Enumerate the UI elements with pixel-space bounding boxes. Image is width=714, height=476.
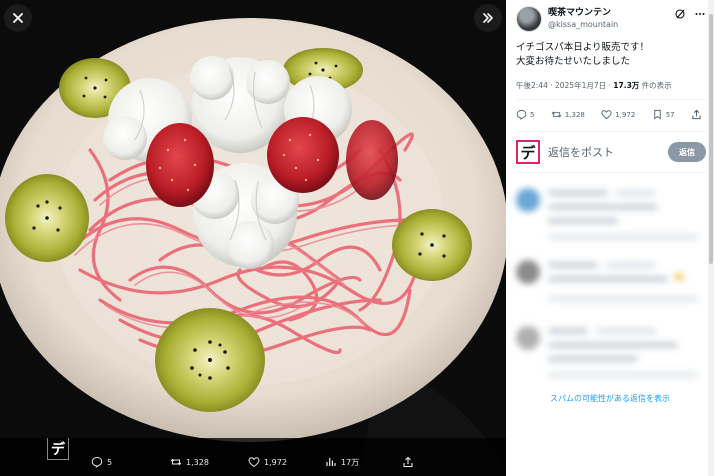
more-options-button[interactable] <box>694 8 706 20</box>
chevrons-right-icon <box>483 13 493 23</box>
show-spam-replies-link[interactable]: スパムの可能性がある返信を表示 <box>506 393 714 404</box>
share-button[interactable] <box>691 109 702 120</box>
reply-item[interactable] <box>516 322 706 382</box>
reply-input[interactable]: 返信をポスト <box>548 144 668 160</box>
repost-icon <box>170 458 182 466</box>
post-author[interactable]: 喫茶マウンテン @kissa_mountain <box>516 6 618 32</box>
viewer-reply-count: 5 <box>107 457 113 467</box>
divider <box>516 99 706 100</box>
post-meta: 午後2:44 · 2025年1月7日 · 17.3万 件の表示 <box>516 80 672 91</box>
reply-item[interactable] <box>516 256 706 316</box>
heart-icon <box>601 110 612 120</box>
viewer-repost-count: 1,328 <box>186 457 209 467</box>
viewer-like-button[interactable]: 1,972 <box>248 455 287 469</box>
post-text-line: イチゴスパ本日より販売です！ <box>516 42 650 53</box>
avatar[interactable] <box>516 6 542 32</box>
composer-avatar: デ <box>516 140 540 164</box>
reply-button[interactable]: 5 <box>516 109 534 120</box>
reply-count: 5 <box>530 110 535 119</box>
reply-composer: デ 返信をポスト 返信 <box>516 139 706 165</box>
repost-button[interactable]: 1,328 <box>551 109 585 120</box>
repost-icon <box>551 111 562 118</box>
close-button[interactable] <box>4 4 32 32</box>
grok-button[interactable] <box>674 8 686 20</box>
post-action-bar: 5 1,328 1,972 57 <box>516 109 702 120</box>
viewer-repost-button[interactable]: 1,328 <box>170 455 209 469</box>
food-photo <box>0 0 506 476</box>
reply-icon <box>91 456 103 468</box>
viewer-like-count: 1,972 <box>264 457 287 467</box>
post-view-suffix: 件の表示 <box>639 81 672 90</box>
bookmark-count: 57 <box>665 110 675 119</box>
post-text: イチゴスパ本日より販売です！ 大変お待たせいたしました <box>516 41 706 69</box>
post-text-line: 大変お待たせいたしました <box>516 56 631 67</box>
like-button[interactable]: 1,972 <box>601 109 635 120</box>
reply-item[interactable] <box>516 184 706 244</box>
share-icon <box>692 109 701 120</box>
scrollbar-thumb[interactable] <box>709 14 713 264</box>
more-icon <box>695 13 705 15</box>
media-viewer: デ 5 1,328 1,972 17万 <box>0 0 506 476</box>
scrollbar[interactable] <box>708 0 714 476</box>
grok-icon <box>675 9 685 19</box>
bookmark-icon <box>653 109 661 120</box>
divider <box>516 172 706 173</box>
divider <box>516 131 706 132</box>
post-side-panel: 喫茶マウンテン @kissa_mountain イチゴスパ本日より販売です！ 大… <box>506 0 714 476</box>
reply-list <box>506 180 714 380</box>
repost-count: 1,328 <box>564 110 585 119</box>
reply-icon <box>516 109 527 120</box>
close-icon <box>13 13 23 23</box>
viewer-views-button[interactable]: 17万 <box>325 455 359 469</box>
account-logo: デ <box>47 438 69 460</box>
bookmark-button[interactable]: 57 <box>652 109 675 120</box>
post-timestamp[interactable]: 午後2:44 · 2025年1月7日 · <box>516 81 613 90</box>
viewer-reply-button[interactable]: 5 <box>91 455 112 469</box>
collapse-panel-button[interactable] <box>474 4 502 32</box>
heart-icon <box>248 457 260 468</box>
author-display-name[interactable]: 喫茶マウンテン <box>548 8 618 19</box>
like-count: 1,972 <box>615 110 636 119</box>
viewer-views-count: 17万 <box>341 457 360 467</box>
views-icon <box>326 458 336 466</box>
post-view-count: 17.3万 <box>613 81 640 90</box>
share-icon <box>403 456 413 468</box>
author-handle[interactable]: @kissa_mountain <box>548 19 618 30</box>
reply-submit-button[interactable]: 返信 <box>668 142 706 162</box>
viewer-share-button[interactable] <box>402 455 414 469</box>
